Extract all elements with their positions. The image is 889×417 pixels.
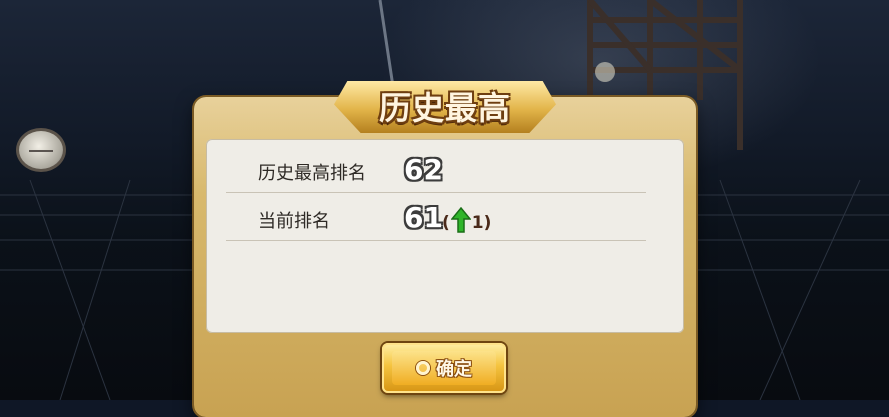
arrow-up-icon xyxy=(450,206,472,233)
light-glow xyxy=(595,62,615,82)
best-rank-row: 历史最高排名 62 xyxy=(206,147,684,197)
best-rank-label: 历史最高排名 xyxy=(258,163,366,184)
rank-change-open: ( xyxy=(442,213,450,233)
current-rank-value: 61 xyxy=(404,201,443,234)
confirm-button[interactable]: 确定 xyxy=(382,343,506,393)
rank-change-amount: 1) xyxy=(471,213,492,233)
best-rank-value: 62 xyxy=(404,153,443,186)
row-divider xyxy=(226,240,646,241)
dialog-content: 历史最高排名 62 当前排名 61 ( 1) xyxy=(206,139,684,333)
current-rank-row: 当前排名 61 ( 1) xyxy=(206,195,684,245)
confirm-button-label: 确定 xyxy=(436,359,472,380)
circle-icon xyxy=(416,361,430,375)
dialog-title: 历史最高 xyxy=(378,89,511,127)
rank-change: ( 1) xyxy=(442,206,492,236)
clock-prop xyxy=(16,128,66,172)
clock-hand xyxy=(29,150,53,152)
row-divider xyxy=(226,192,646,193)
current-rank-label: 当前排名 xyxy=(258,211,330,232)
confirm-button-face: 确定 xyxy=(392,351,496,385)
